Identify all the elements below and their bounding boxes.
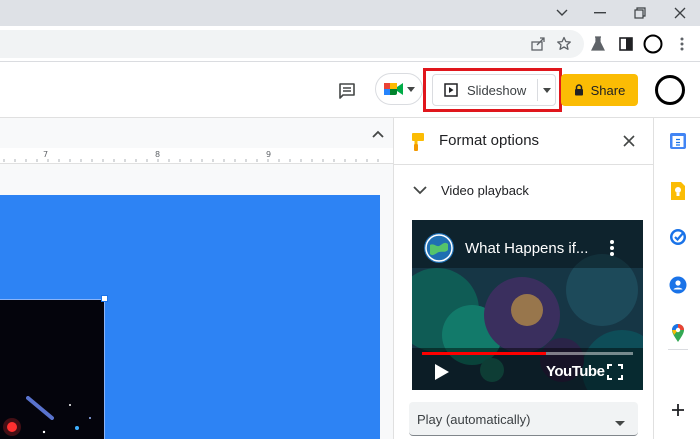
fullscreen-icon[interactable] (607, 364, 623, 380)
playback-mode-select[interactable]: Play (automatically) (409, 402, 638, 436)
minimize-icon[interactable] (582, 0, 618, 26)
share-button[interactable]: Share (561, 74, 638, 106)
tasks-icon[interactable] (667, 226, 689, 248)
editor-canvas: 7 8 9 (0, 118, 393, 439)
chevron-down-icon (411, 181, 429, 199)
slideshow-options-button[interactable] (538, 75, 556, 105)
paint-roller-icon (410, 132, 426, 152)
ruler-ticks (3, 159, 379, 162)
keep-icon[interactable] (667, 180, 689, 202)
share-label: Share (590, 82, 626, 98)
share-page-icon[interactable] (528, 34, 548, 54)
profile-icon[interactable] (643, 34, 663, 54)
side-apps-panel (653, 118, 700, 439)
section-title: Video playback (441, 183, 529, 198)
caret-down-icon (407, 86, 415, 92)
slideshow-label: Slideshow (467, 82, 527, 98)
screen: Slideshow Share 7 8 9 Format options Vid… (0, 0, 700, 439)
youtube-logo[interactable]: YouTube (546, 363, 605, 380)
slides-toolbar: Slideshow Share (0, 62, 700, 118)
side-panel-icon[interactable] (616, 34, 636, 54)
ruler-mark: 7 (43, 150, 49, 159)
slide-video-object[interactable] (0, 299, 105, 439)
contacts-icon[interactable] (667, 274, 689, 296)
chevron-up-icon[interactable] (368, 124, 388, 144)
calendar-icon[interactable] (667, 130, 689, 152)
maps-icon[interactable] (667, 322, 689, 344)
horizontal-ruler[interactable]: 7 8 9 (0, 148, 393, 164)
browser-title-bar (0, 0, 700, 26)
panel-title: Format options (439, 132, 540, 149)
resize-handle[interactable] (101, 295, 108, 302)
caret-down-icon (615, 414, 625, 426)
channel-logo-icon (424, 233, 454, 263)
chevron-down-icon[interactable] (544, 0, 580, 26)
ruler-mark: 8 (155, 150, 161, 159)
more-vert-icon[interactable] (607, 238, 617, 258)
meet-button[interactable] (375, 73, 423, 105)
meet-icon (384, 83, 403, 95)
video-title: What Happens if... (465, 240, 589, 257)
add-icon[interactable] (667, 399, 689, 421)
video-progress-fill (422, 352, 546, 355)
close-icon[interactable] (620, 132, 638, 150)
video-frame-image (0, 300, 104, 439)
video-preview[interactable]: What Happens if... YouTube (412, 220, 643, 390)
address-bar[interactable] (0, 30, 584, 58)
browser-address-row (0, 26, 700, 62)
comment-icon[interactable] (334, 78, 360, 104)
caret-down-icon (543, 87, 551, 93)
slideshow-button-group: Slideshow (432, 74, 556, 106)
panel-header: Format options (394, 118, 653, 165)
lock-icon (574, 84, 583, 96)
close-icon[interactable] (662, 0, 698, 26)
playback-mode-value: Play (automatically) (417, 412, 531, 427)
play-icon[interactable] (434, 363, 450, 381)
restore-icon[interactable] (622, 0, 658, 26)
present-icon (443, 82, 459, 98)
ruler-mark: 9 (266, 150, 272, 159)
format-options-panel: Format options Video playback What Happe… (393, 118, 653, 439)
more-vert-icon[interactable] (672, 34, 692, 54)
labs-icon[interactable] (588, 34, 608, 54)
slide-canvas[interactable] (0, 195, 380, 439)
star-icon[interactable] (554, 34, 574, 54)
video-playback-section-header[interactable]: Video playback (394, 173, 653, 207)
slideshow-button[interactable]: Slideshow (433, 75, 537, 105)
divider (668, 349, 688, 350)
avatar[interactable] (655, 75, 685, 105)
